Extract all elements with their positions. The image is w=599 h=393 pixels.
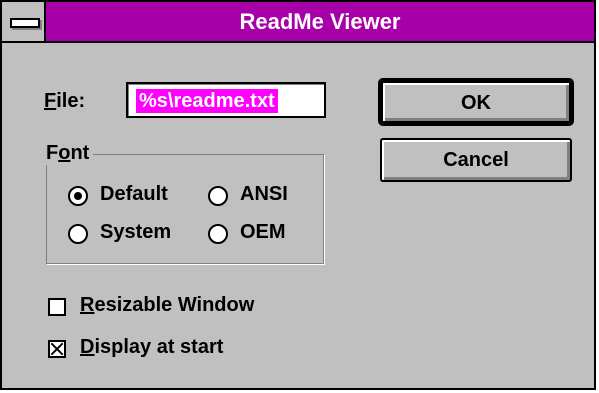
radio-system-label: System: [100, 221, 172, 243]
display-at-start-label: Display at start: [80, 336, 224, 358]
resizable-window-checkbox[interactable]: [48, 298, 66, 316]
file-input-value: %s\readme.txt: [136, 89, 278, 113]
system-menu-button[interactable]: [2, 2, 46, 41]
font-group-title: Font: [42, 142, 94, 165]
resizable-window-label: Resizable Window: [80, 294, 255, 316]
file-input[interactable]: %s\readme.txt: [126, 82, 326, 118]
font-groupbox: [46, 154, 324, 264]
ok-button[interactable]: OK: [378, 78, 574, 126]
window-title: ReadMe Viewer: [239, 9, 401, 34]
radio-default-label: Default: [100, 183, 168, 205]
radio-ansi-label: ANSI: [240, 183, 288, 205]
file-label: File:: [44, 90, 86, 112]
radio-system-circle[interactable]: [68, 224, 88, 244]
cancel-button[interactable]: Cancel: [380, 138, 572, 182]
readme-viewer-dialog: ReadMe Viewer File: %s\readme.txt OK Can…: [0, 0, 596, 390]
radio-default-circle[interactable]: [68, 186, 88, 206]
radio-oem-label: OEM: [240, 221, 286, 243]
display-at-start-checkbox[interactable]: [48, 340, 66, 358]
radio-ansi-circle[interactable]: [208, 186, 228, 206]
radio-oem-circle[interactable]: [208, 224, 228, 244]
system-menu-icon: [10, 18, 40, 28]
title-bar[interactable]: ReadMe Viewer: [2, 2, 594, 43]
